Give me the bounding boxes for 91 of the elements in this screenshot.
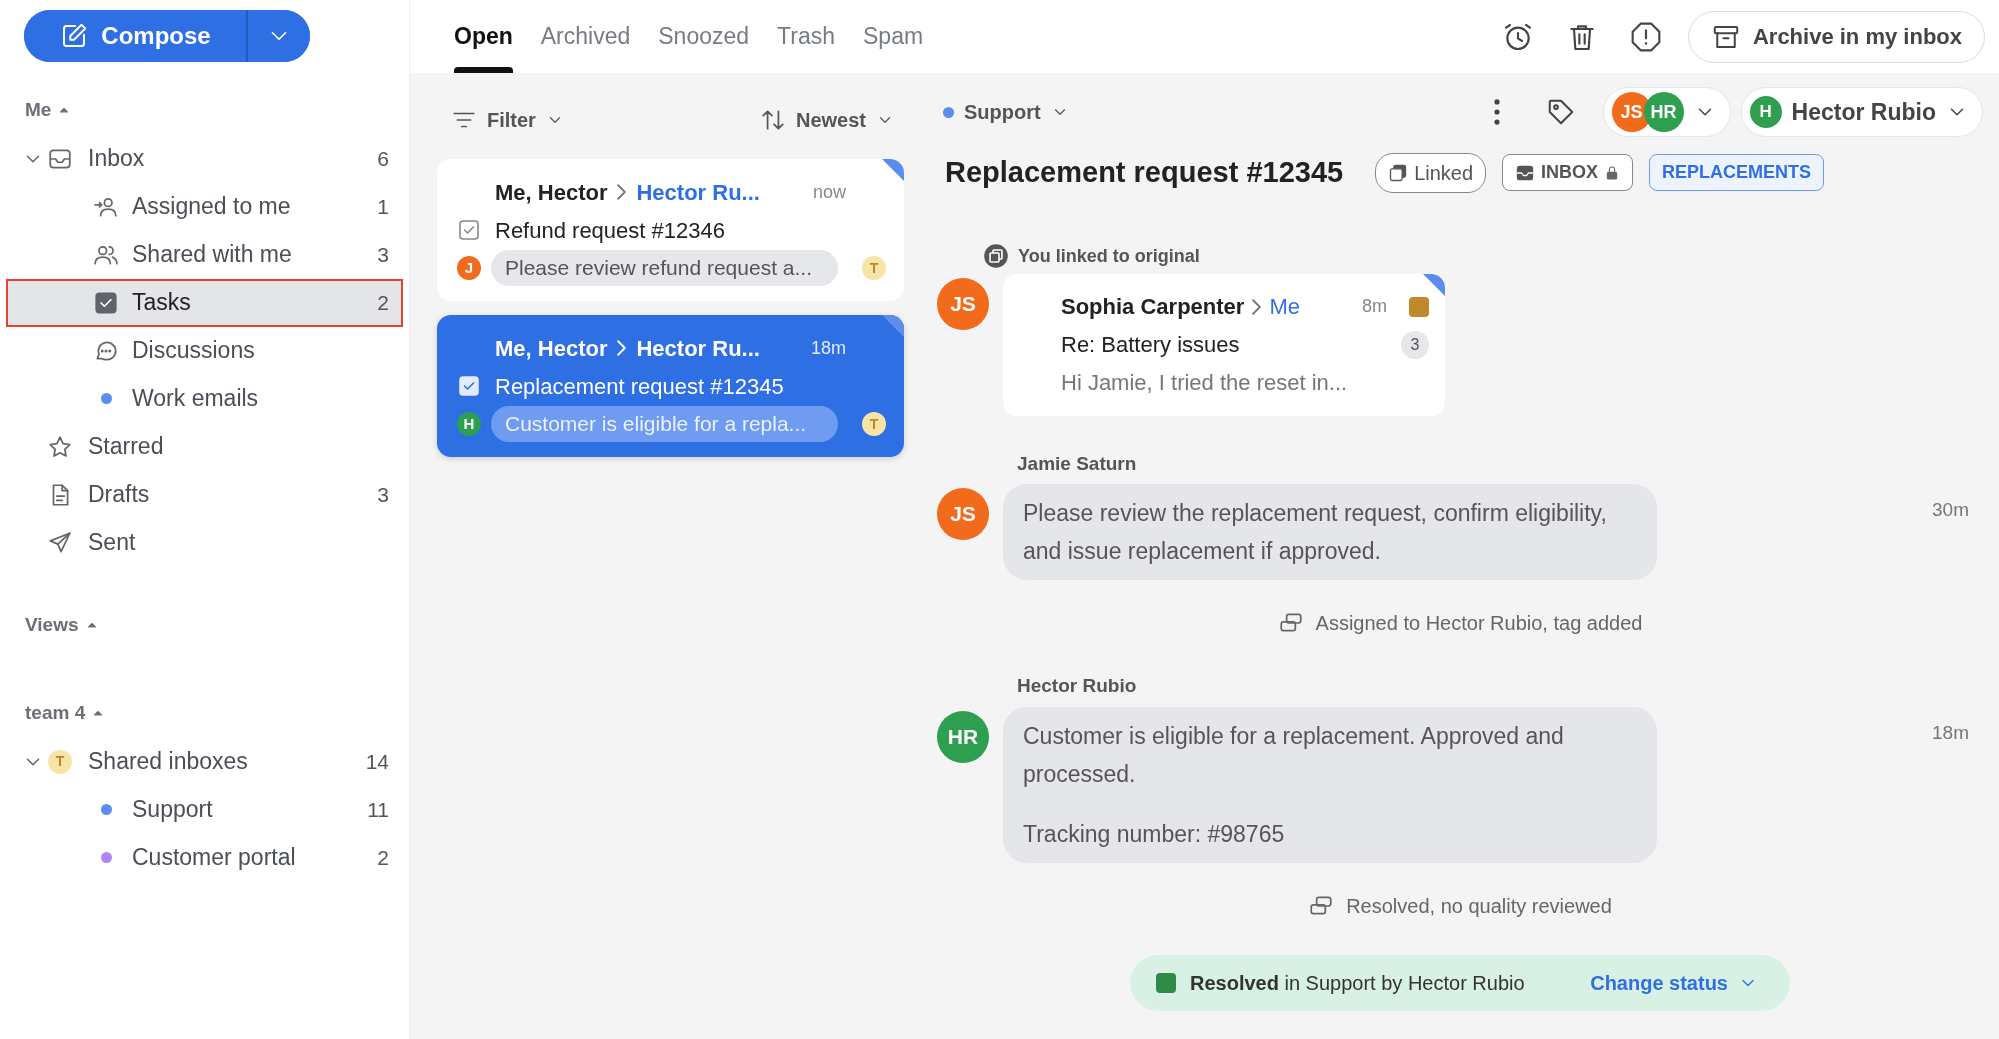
time: 18m [811, 336, 846, 360]
comment-text: Please review the replacement request, confirm eligibility, and issue replacement if approved. [1023, 499, 1608, 566]
sender: Sophia Carpenter [1061, 293, 1245, 321]
item-count: 2 [377, 844, 389, 871]
item-count: 11 [367, 796, 389, 823]
comment-text: Tracking number: #98765 [1023, 819, 1286, 849]
time: 8m [1362, 295, 1387, 318]
task-checkbox-icon [457, 218, 481, 242]
avatar: HR [1643, 92, 1684, 132]
sidebar-item[interactable]: Customer portal 2 [6, 833, 403, 882]
tag: Linked [1375, 152, 1487, 193]
tab[interactable]: Snoozed [644, 0, 764, 73]
team-badge: T [862, 412, 886, 436]
event-text: Assigned to Hector Rubio, tag added [1315, 611, 1643, 636]
comment-text: Customer is eligible for a replacement. Approved and processed. [1023, 721, 1565, 789]
team-badge: T [48, 749, 72, 774]
recipient: Hector Ru... [636, 178, 760, 207]
star-icon [47, 433, 73, 460]
subject: Refund request #12346 [495, 216, 725, 245]
time: 30m [1932, 498, 1970, 522]
tag: REPLACEMENTS [1649, 154, 1825, 192]
avatar: H [457, 412, 481, 436]
avatar: JS [937, 277, 989, 330]
event-text: Resolved, no quality reviewed [1346, 893, 1612, 919]
chevron-right-icon [617, 184, 627, 200]
stacked-cards-icon [1388, 162, 1409, 183]
item-count: 3 [377, 481, 389, 508]
sidebar-item[interactable]: Starred [6, 422, 403, 471]
sidebar-item[interactable]: T Shared inboxes 14 [6, 737, 403, 786]
sidebar-item[interactable]: Assigned to me 1 [6, 182, 403, 231]
task-checkbox-icon [457, 374, 481, 398]
conversation-card[interactable]: Me, Hector Hector Ru... 18m Replacement request #12345 H Customer is eligible for a repla... T [437, 315, 904, 457]
chevron-right-icon [1252, 298, 1262, 315]
warning-icon [1629, 20, 1662, 53]
recipient: Me [1269, 293, 1300, 321]
inbox-dropdown[interactable]: Support [937, 96, 1075, 128]
linked-conversation-card[interactable]: Sophia Carpenter Me 8m Re: Battery issues 3 Hi Jamie, I tried the reset in... [1003, 273, 1445, 416]
linked-caption: You linked to original [1018, 244, 1200, 268]
sidebar-item[interactable]: Drafts 3 [6, 470, 403, 519]
preview: Please review refund request a... [491, 250, 838, 286]
participants: Me, Hector [495, 178, 608, 207]
assignee-button[interactable]: H Hector Rubio [1740, 87, 1983, 137]
sidebar-item[interactable]: Inbox 6 [6, 134, 403, 183]
section-title[interactable]: Me [25, 96, 52, 125]
author-name: Hector Rubio [1017, 674, 1138, 698]
subject: Re: Battery issues [1061, 331, 1240, 359]
subject: Replacement request #12345 [495, 372, 784, 401]
checkbox-icon [93, 289, 119, 316]
compose-button[interactable]: Compose [24, 10, 248, 62]
avatar: H [1749, 96, 1782, 128]
tab[interactable]: Spam [849, 0, 938, 73]
avatar: JS [937, 488, 989, 540]
archive-button[interactable]: Archive in my inbox [1687, 10, 1985, 63]
preview: Customer is eligible for a repla... [491, 406, 838, 442]
up-down-arrows-icon [759, 107, 786, 133]
tag: INBOX [1502, 154, 1634, 192]
avatar: HR [937, 710, 989, 763]
sidebar-item[interactable]: Tasks 2 [6, 278, 403, 327]
preview: Hi Jamie, I tried the reset in... [1061, 369, 1348, 397]
tab[interactable]: Open [440, 0, 527, 73]
participants: Me, Hector [495, 334, 608, 363]
change-status-button[interactable]: Change status [1584, 966, 1764, 999]
conversation-card[interactable]: Me, Hector Hector Ru... now Refund request #12346 J Please review refund request a... T [437, 159, 904, 301]
author-name: Jamie Saturn [1017, 451, 1138, 476]
sidebar-item[interactable]: Work emails [6, 374, 403, 423]
team-badge: T [862, 256, 886, 280]
message-count: 3 [1401, 330, 1429, 359]
conversation-title: Replacement request #12345 [945, 155, 1344, 190]
item-count: 14 [365, 748, 389, 775]
time: now [812, 180, 846, 204]
sidebar-item[interactable]: Sent [6, 518, 403, 567]
avatar: J [457, 256, 481, 280]
section-title[interactable]: team 4 [25, 699, 86, 728]
chevron-right-icon [617, 340, 627, 356]
item-count: 1 [377, 193, 389, 220]
status-text: Resolved in Support by Hector Rubio [1190, 970, 1525, 996]
filter-button[interactable]: Filter [451, 105, 564, 135]
tab[interactable]: Trash [763, 0, 850, 73]
section-title[interactable]: Views [25, 610, 79, 639]
time: 18m [1932, 720, 1970, 745]
stacked-cards-icon [984, 244, 1008, 268]
sort-button[interactable]: Newest [759, 105, 894, 135]
sidebar-item[interactable]: Support 11 [6, 785, 403, 834]
sidebar-item[interactable]: Shared with me 3 [6, 230, 403, 279]
sidebar-item[interactable]: Discussions [6, 326, 403, 375]
item-count: 3 [377, 241, 389, 268]
item-count: 2 [377, 289, 389, 316]
item-count: 6 [377, 145, 389, 172]
recipient: Hector Ru... [636, 334, 760, 363]
more-icon [1493, 99, 1500, 125]
tab[interactable]: Archived [526, 0, 645, 73]
